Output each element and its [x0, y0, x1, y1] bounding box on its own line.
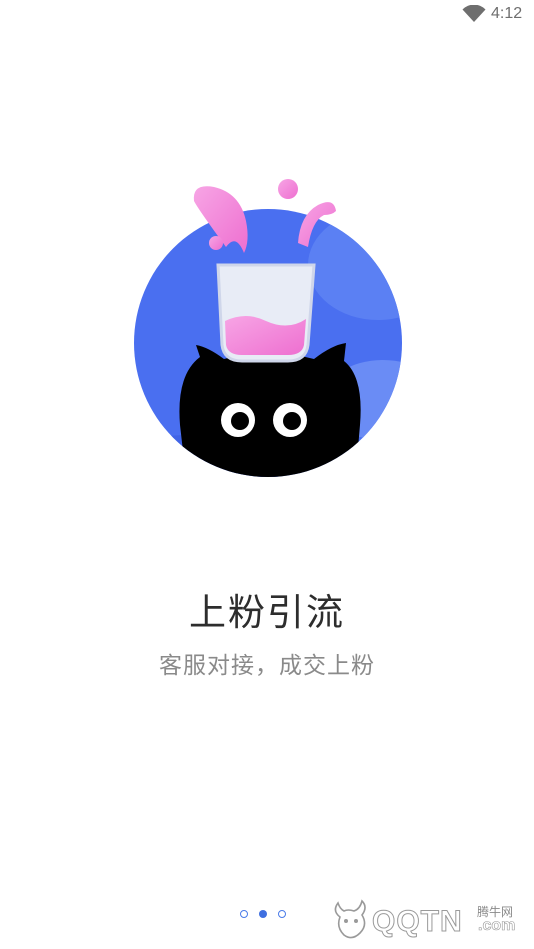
cat-head: [179, 343, 361, 477]
page-dot-2[interactable]: [259, 910, 267, 918]
status-bar: 4:12: [0, 0, 534, 30]
onboarding-title: 上粉引流: [189, 591, 345, 634]
page-indicator: [238, 908, 294, 922]
watermark-chinese: 腾牛网: [477, 905, 514, 919]
drop-left: [209, 236, 223, 250]
page-dot-1[interactable]: [240, 910, 248, 918]
qqtn-watermark: QQTN .com 腾牛网: [330, 895, 530, 945]
drop-top: [278, 179, 298, 199]
page-dot-3[interactable]: [278, 910, 286, 918]
watermark-main: QQTN: [372, 905, 463, 939]
wifi-icon: [462, 5, 486, 22]
status-time: 4:12: [491, 5, 523, 22]
bull-logo-icon: [334, 899, 366, 939]
cat-with-beaker-illustration: [134, 179, 402, 477]
onboarding-subtitle: 客服对接，成交上粉: [159, 653, 375, 679]
